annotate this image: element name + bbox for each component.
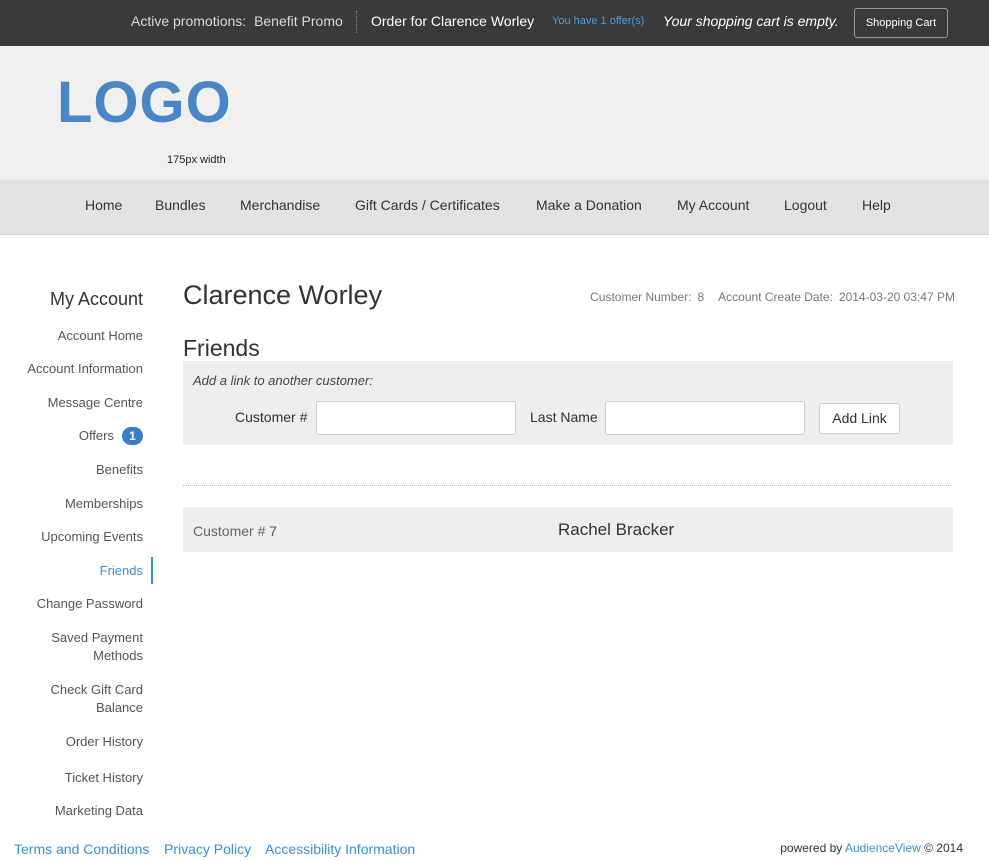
footer-accessibility-link[interactable]: Accessibility Information	[265, 841, 415, 857]
copyright: © 2014	[924, 841, 963, 855]
offers-link[interactable]: You have 1 offer(s)	[552, 15, 644, 27]
logo[interactable]: LOGO	[57, 74, 232, 132]
offers-count-badge: 1	[122, 427, 143, 445]
create-date-value: 2014-03-20 03:47 PM	[838, 290, 955, 304]
nav-my-account[interactable]: My Account	[677, 197, 749, 213]
sidebar-item-saved-payment-line2: Methods	[93, 648, 143, 663]
nav-logout[interactable]: Logout	[784, 197, 827, 213]
friends-section-title: Friends	[183, 335, 260, 361]
add-link-button[interactable]: Add Link	[819, 403, 900, 434]
sidebar-item-check-gift-card-balance[interactable]: Check Gift Card Balance	[51, 681, 143, 717]
sidebar-title: My Account	[49, 289, 143, 309]
sidebar-item-benefits[interactable]: Benefits	[96, 461, 143, 479]
section-divider	[183, 485, 951, 486]
friend-name: Rachel Bracker	[558, 520, 675, 539]
topbar-separator	[356, 11, 357, 33]
sidebar-item-gift-card-line2: Balance	[96, 700, 143, 715]
customer-name-heading: Clarence Worley	[183, 280, 383, 310]
powered-by: powered by AudienceView © 2014	[780, 841, 963, 855]
powered-by-brand-link[interactable]: AudienceView	[845, 841, 921, 855]
customer-number-field-label: Customer #	[235, 409, 308, 425]
shopping-cart-button[interactable]: Shopping Cart	[854, 8, 948, 38]
last-name-input[interactable]	[605, 401, 805, 435]
sidebar-item-saved-payment-line1: Saved Payment	[51, 630, 143, 645]
cart-status: Your shopping cart is empty.	[663, 13, 839, 29]
friend-customer-label: Customer #	[193, 523, 266, 539]
nav-gift-cards[interactable]: Gift Cards / Certificates	[355, 197, 500, 213]
footer-privacy-link[interactable]: Privacy Policy	[164, 841, 251, 857]
footer-terms-link[interactable]: Terms and Conditions	[14, 841, 149, 857]
add-link-hint: Add a link to another customer:	[193, 373, 373, 388]
sidebar-active-indicator	[151, 557, 153, 584]
customer-number-value: 8	[697, 290, 705, 304]
sidebar-item-friends[interactable]: Friends	[100, 562, 143, 580]
nav-make-donation[interactable]: Make a Donation	[536, 197, 642, 213]
sidebar-item-account-information[interactable]: Account Information	[27, 360, 143, 378]
nav-bundles[interactable]: Bundles	[155, 197, 206, 213]
sidebar-item-ticket-history[interactable]: Ticket History	[65, 769, 143, 787]
nav-home[interactable]: Home	[85, 197, 122, 213]
nav-merchandise[interactable]: Merchandise	[240, 197, 320, 213]
sidebar-item-gift-card-line1: Check Gift Card	[50, 682, 143, 697]
add-friend-panel: Add a link to another customer: Customer…	[183, 361, 953, 445]
customer-number-input[interactable]	[316, 401, 516, 435]
powered-by-label: powered by	[780, 841, 843, 855]
last-name-field-label: Last Name	[530, 409, 598, 425]
site-header: LOGO 175px width	[0, 46, 989, 180]
friend-row: Customer # 7 Rachel Bracker	[183, 507, 953, 552]
sidebar-item-marketing-data[interactable]: Marketing Data	[55, 802, 143, 820]
sidebar-item-message-centre[interactable]: Message Centre	[48, 394, 143, 412]
active-promotions: Active promotions: Benefit Promo	[131, 13, 343, 29]
sidebar-item-change-password[interactable]: Change Password	[37, 595, 143, 613]
sidebar-item-memberships[interactable]: Memberships	[65, 495, 143, 513]
nav-help[interactable]: Help	[862, 197, 891, 213]
sidebar-item-offers-label: Offers	[78, 428, 114, 443]
sidebar-item-saved-payment-methods[interactable]: Saved Payment Methods	[51, 629, 143, 665]
customer-meta: Customer Number: 8 Account Create Date: 201…	[590, 290, 955, 304]
promo-label: Active promotions:	[131, 13, 247, 29]
sidebar-item-account-home[interactable]: Account Home	[58, 327, 143, 345]
sidebar-item-upcoming-events[interactable]: Upcoming Events	[41, 528, 143, 546]
sidebar-item-order-history[interactable]: Order History	[66, 733, 143, 751]
order-for-customer: Order for Clarence Worley	[371, 13, 535, 29]
create-date-label: Account Create Date:	[718, 290, 833, 304]
logo-width-note: 175px width	[167, 154, 226, 166]
customer-number-label: Customer Number:	[590, 290, 692, 304]
sidebar-item-offers[interactable]: Offers 1	[79, 427, 143, 445]
main-nav: Home Bundles Merchandise Gift Cards / Ce…	[0, 180, 989, 235]
promo-name[interactable]: Benefit Promo	[254, 13, 343, 29]
friend-customer-number: Customer # 7	[193, 523, 277, 539]
top-bar: Active promotions: Benefit Promo Order f…	[0, 0, 989, 46]
friend-customer-number-value: 7	[269, 523, 278, 539]
